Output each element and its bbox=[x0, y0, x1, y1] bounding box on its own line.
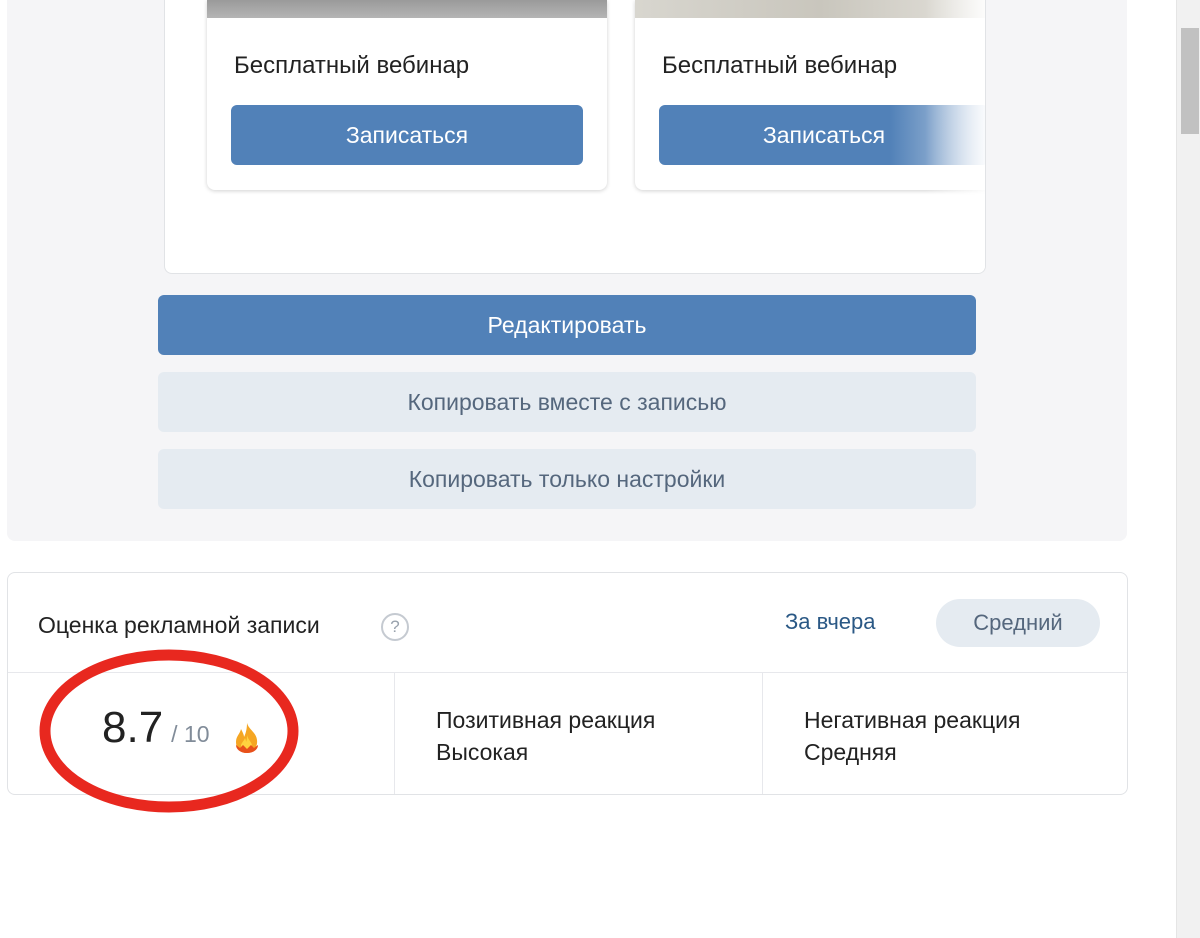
card-title: Бесплатный вебинар bbox=[662, 52, 898, 79]
score-number: 8.7 bbox=[102, 703, 164, 752]
negative-reaction-cell: Негативная реакция Средняя bbox=[762, 673, 1128, 794]
score-max: / 10 bbox=[171, 721, 210, 747]
positive-reaction-value: Высокая bbox=[436, 739, 529, 765]
ad-preview-box: Бесплатный вебинар Записаться Бесплатный… bbox=[164, 0, 986, 274]
score-cell: 8.7 / 10 bbox=[8, 673, 393, 794]
negative-reaction: Негативная реакция Средняя bbox=[804, 704, 1020, 768]
edit-button[interactable]: Редактировать bbox=[158, 295, 976, 355]
scrollbar-thumb[interactable] bbox=[1181, 28, 1199, 134]
negative-reaction-label: Негативная реакция bbox=[804, 707, 1021, 733]
signup-button[interactable]: Записаться bbox=[659, 105, 985, 165]
card-image bbox=[207, 0, 607, 18]
period-link[interactable]: За вчера bbox=[785, 609, 876, 635]
score-value: 8.7 / 10 bbox=[102, 703, 210, 753]
positive-reaction: Позитивная реакция Высокая bbox=[436, 704, 655, 768]
carousel-card: Бесплатный вебинар Записаться bbox=[207, 0, 607, 190]
rating-columns: 8.7 / 10 Позитивная реакция Высокая Негат… bbox=[8, 673, 1127, 794]
positive-reaction-cell: Позитивная реакция Высокая bbox=[394, 673, 762, 794]
copy-settings-button[interactable]: Копировать только настройки bbox=[158, 449, 976, 509]
carousel-card: Бесплатный вебинар Записаться bbox=[635, 0, 985, 190]
signup-button[interactable]: Записаться bbox=[231, 105, 583, 165]
card-image bbox=[635, 0, 985, 18]
fire-icon bbox=[236, 723, 258, 753]
card-title: Бесплатный вебинар bbox=[234, 52, 470, 79]
help-icon[interactable]: ? bbox=[381, 613, 409, 641]
ad-rating-block: Оценка рекламной записи ? За вчера Средн… bbox=[7, 572, 1128, 795]
rating-header: Оценка рекламной записи ? За вчера Средн… bbox=[8, 573, 1127, 673]
positive-reaction-label: Позитивная реакция bbox=[436, 707, 656, 733]
scrollbar[interactable] bbox=[1176, 0, 1200, 938]
level-pill[interactable]: Средний bbox=[936, 599, 1100, 647]
copy-with-post-button[interactable]: Копировать вместе с записью bbox=[158, 372, 976, 432]
rating-title: Оценка рекламной записи bbox=[38, 612, 320, 638]
negative-reaction-value: Средняя bbox=[804, 739, 897, 765]
